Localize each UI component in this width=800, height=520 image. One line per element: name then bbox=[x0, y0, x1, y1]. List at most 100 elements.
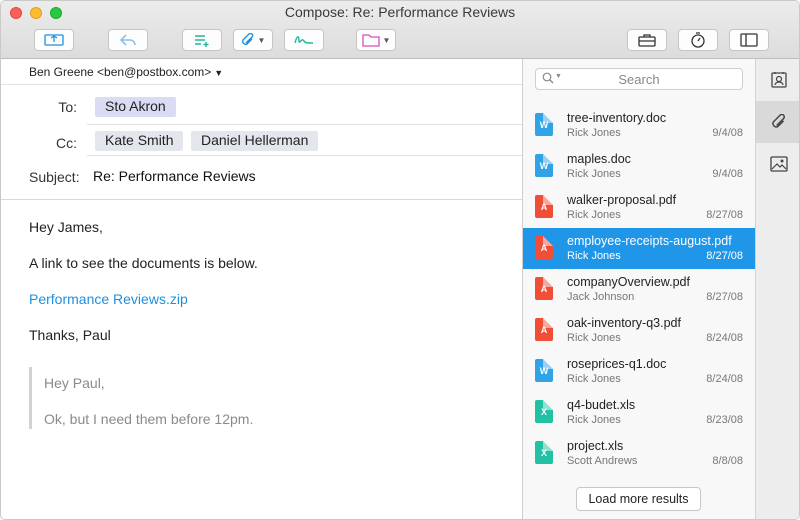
file-author: Rick Jones bbox=[567, 332, 621, 344]
file-date: 8/24/08 bbox=[706, 373, 743, 385]
quoted-line: Ok, but I need them before 12pm. bbox=[44, 411, 254, 427]
cc-recipient-chip[interactable]: Kate Smith bbox=[95, 131, 184, 151]
chevron-down-icon: ▼ bbox=[382, 35, 391, 45]
quoted-line: Hey Paul, bbox=[44, 375, 105, 391]
file-type-glyph: W bbox=[539, 366, 549, 376]
attachment-row[interactable]: Awalker-proposal.pdf Rick Jones 8/27/08 bbox=[523, 187, 755, 228]
briefcase-button[interactable] bbox=[627, 29, 667, 51]
signature-button[interactable] bbox=[284, 29, 324, 51]
to-label: To: bbox=[58, 99, 77, 115]
file-date: 9/4/08 bbox=[712, 127, 743, 139]
attachment-row[interactable]: Wtree-inventory.doc Rick Jones 9/4/08 bbox=[523, 105, 755, 146]
subject-field[interactable]: Re: Performance Reviews bbox=[93, 168, 256, 184]
file-name: companyOverview.pdf bbox=[567, 275, 690, 289]
attachment-row[interactable]: Xproject.xls Scott Andrews 8/8/08 bbox=[523, 433, 755, 474]
send-icon bbox=[44, 34, 64, 46]
doc-file-icon: W bbox=[535, 154, 553, 177]
contacts-icon bbox=[771, 72, 787, 88]
file-type-glyph: A bbox=[540, 243, 548, 253]
body-line: A link to see the documents is below. bbox=[29, 255, 258, 271]
file-date: 8/8/08 bbox=[712, 455, 743, 467]
images-button[interactable] bbox=[756, 143, 799, 185]
file-author: Rick Jones bbox=[567, 168, 621, 180]
header-divider bbox=[1, 199, 522, 200]
subject-label: Subject: bbox=[29, 169, 80, 185]
attach-button[interactable]: ▼ bbox=[233, 29, 273, 51]
attachments-button[interactable] bbox=[756, 101, 799, 143]
attachment-row[interactable]: Wmaples.doc Rick Jones 9/4/08 bbox=[523, 146, 755, 187]
file-type-glyph: X bbox=[540, 448, 547, 458]
file-name: employee-receipts-august.pdf bbox=[567, 234, 732, 248]
file-type-glyph: X bbox=[540, 407, 547, 417]
images-icon bbox=[770, 156, 788, 172]
reply-button[interactable] bbox=[108, 29, 148, 51]
attachments-icon bbox=[772, 114, 785, 128]
title-bar: Compose: Re: Performance Reviews ▼ ▼ bbox=[1, 1, 799, 59]
file-date: 8/27/08 bbox=[706, 291, 743, 303]
body-greeting: Hey James, bbox=[29, 219, 103, 235]
briefcase-icon bbox=[638, 34, 656, 47]
xls-file-icon: X bbox=[535, 441, 553, 464]
compose-window: Compose: Re: Performance Reviews ▼ ▼ Ben… bbox=[0, 0, 800, 520]
file-type-glyph: A bbox=[540, 284, 548, 294]
attachment-row[interactable]: Aoak-inventory-q3.pdf Rick Jones 8/24/08 bbox=[523, 310, 755, 351]
file-author: Rick Jones bbox=[567, 209, 621, 221]
to-recipient-chip[interactable]: Sto Akron bbox=[95, 97, 176, 117]
chevron-down-icon: ▼ bbox=[257, 35, 266, 45]
window-title: Compose: Re: Performance Reviews bbox=[284, 4, 516, 20]
reply-icon bbox=[120, 34, 136, 46]
attachment-results-list: Wtree-inventory.doc Rick Jones 9/4/08 Wmapl… bbox=[523, 105, 755, 474]
file-name: roseprices-q1.doc bbox=[567, 357, 667, 371]
folder-icon bbox=[361, 34, 380, 47]
file-author: Rick Jones bbox=[567, 373, 621, 385]
file-date: 9/4/08 bbox=[712, 168, 743, 180]
body-signoff: Thanks, Paul bbox=[29, 327, 111, 343]
file-author: Scott Andrews bbox=[567, 455, 638, 467]
file-date: 8/27/08 bbox=[706, 250, 743, 262]
file-type-glyph: A bbox=[540, 202, 548, 212]
move-folder-button[interactable]: ▼ bbox=[356, 29, 396, 51]
file-name: tree-inventory.doc bbox=[567, 111, 667, 125]
pdf-file-icon: A bbox=[535, 277, 553, 300]
attachment-row[interactable]: Aemployee-receipts-august.pdf Rick Jones 8… bbox=[523, 228, 755, 269]
to-field[interactable] bbox=[87, 124, 522, 125]
attachment-row[interactable]: AcompanyOverview.pdf Jack Johnson 8/27/08 bbox=[523, 269, 755, 310]
attachment-panel: ▼ Search Wtree-inventory.doc Rick Jones 9/… bbox=[523, 59, 755, 519]
file-name: oak-inventory-q3.pdf bbox=[567, 316, 681, 330]
contacts-button[interactable] bbox=[756, 59, 799, 101]
sidebar-toggle-icon bbox=[740, 33, 758, 47]
signature-icon bbox=[294, 36, 314, 44]
file-name: walker-proposal.pdf bbox=[567, 193, 677, 207]
file-author: Rick Jones bbox=[567, 414, 621, 426]
file-type-glyph: W bbox=[539, 161, 549, 171]
sidebar-toggle-button[interactable] bbox=[729, 29, 769, 51]
search-placeholder: Search bbox=[618, 72, 660, 87]
search-field[interactable]: ▼ Search bbox=[535, 68, 743, 90]
attachment-row[interactable]: Wroseprices-q1.doc Rick Jones 8/24/08 bbox=[523, 351, 755, 392]
send-button[interactable] bbox=[34, 29, 74, 51]
cc-label: Cc: bbox=[56, 135, 77, 151]
file-author: Rick Jones bbox=[567, 250, 621, 262]
cc-field[interactable] bbox=[87, 155, 522, 156]
pdf-file-icon: A bbox=[535, 236, 553, 259]
load-more-button[interactable]: Load more results bbox=[576, 487, 701, 511]
timer-button[interactable] bbox=[678, 29, 718, 51]
from-selector[interactable]: Ben Greene <ben@postbox.com> ▼ bbox=[1, 59, 522, 85]
attachment-link[interactable]: Performance Reviews.zip bbox=[29, 291, 188, 307]
file-name: maples.doc bbox=[567, 152, 631, 166]
quote-bar bbox=[29, 367, 32, 429]
timer-icon bbox=[691, 32, 705, 48]
compose-pane: Ben Greene <ben@postbox.com> ▼ To: Sto Ak… bbox=[1, 59, 522, 519]
format-button[interactable] bbox=[182, 29, 222, 51]
file-type-glyph: W bbox=[539, 120, 549, 130]
format-list-icon bbox=[195, 35, 209, 47]
pdf-file-icon: A bbox=[535, 318, 553, 341]
file-name: project.xls bbox=[567, 439, 624, 453]
chevron-down-icon: ▼ bbox=[214, 68, 224, 78]
file-date: 8/27/08 bbox=[706, 209, 743, 221]
file-name: q4-budet.xls bbox=[567, 398, 636, 412]
attachment-row[interactable]: Xq4-budet.xls Rick Jones 8/23/08 bbox=[523, 392, 755, 433]
xls-file-icon: X bbox=[535, 400, 553, 423]
from-address: Ben Greene <ben@postbox.com> bbox=[29, 65, 212, 79]
cc-recipient-chip[interactable]: Daniel Hellerman bbox=[191, 131, 319, 151]
